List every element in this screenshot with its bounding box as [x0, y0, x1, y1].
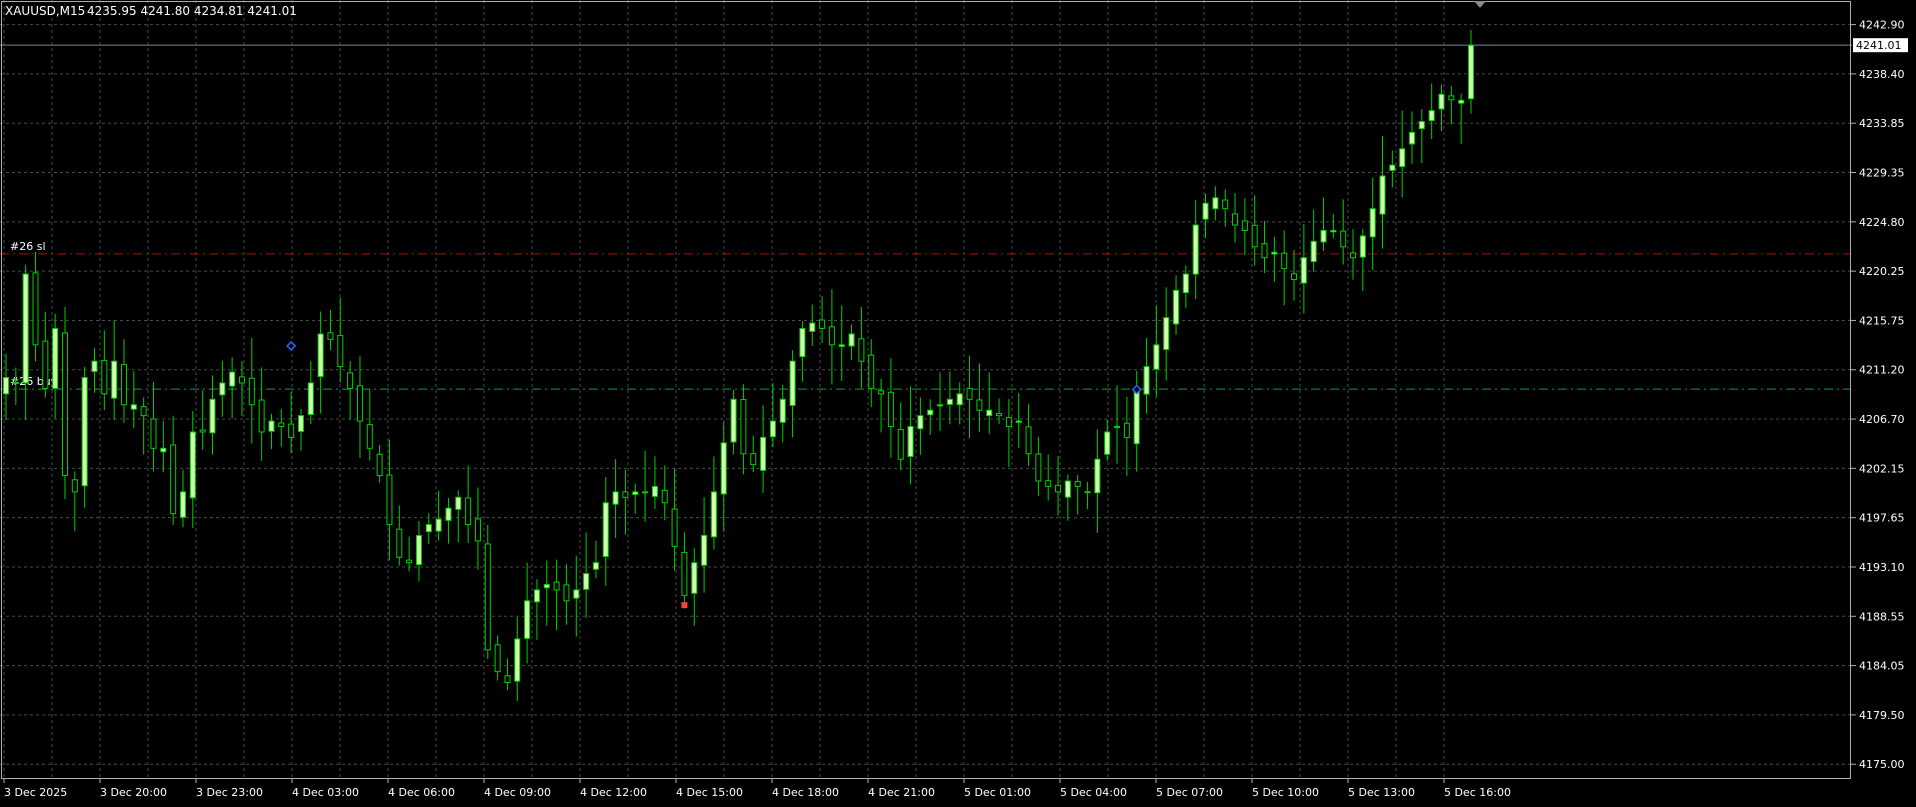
price-label: 4175.00 — [1859, 758, 1905, 771]
candle — [61, 306, 68, 500]
time-label: 5 Dec 01:00 — [964, 786, 1031, 799]
price-label: 4220.25 — [1859, 265, 1905, 278]
price-chart[interactable]: #26 sl #26 buy 4242.90 4238.40 4233.85 4229.… — [0, 0, 1916, 803]
price-label: 4179.50 — [1859, 709, 1905, 722]
price-label: 4188.55 — [1859, 610, 1905, 623]
price-label: 4229.35 — [1859, 167, 1905, 180]
price-label: 4233.85 — [1859, 117, 1905, 130]
trade-exit-marker-icon[interactable] — [681, 602, 688, 609]
price-label: 4193.10 — [1859, 561, 1905, 574]
price-label: 4211.20 — [1859, 364, 1905, 377]
price-label: 4224.80 — [1859, 216, 1905, 229]
time-label: 4 Dec 03:00 — [292, 786, 359, 799]
ohlc-values: 4235.95 4241.80 4234.81 4241.01 — [87, 4, 297, 18]
time-label: 4 Dec 09:00 — [484, 786, 551, 799]
time-label: 5 Dec 04:00 — [1060, 786, 1127, 799]
price-label: 4184.05 — [1859, 660, 1905, 673]
time-label: 4 Dec 06:00 — [388, 786, 455, 799]
candle — [484, 524, 491, 660]
time-label: 4 Dec 21:00 — [868, 786, 935, 799]
time-label: 5 Dec 16:00 — [1444, 786, 1511, 799]
price-label: 4215.75 — [1859, 314, 1905, 327]
time-label: 5 Dec 13:00 — [1348, 786, 1415, 799]
price-label: 4242.90 — [1859, 19, 1905, 32]
symbol-timeframe-label: XAUUSD,M15 — [5, 4, 85, 18]
order-line-label: #26 buy — [10, 375, 58, 388]
time-label: 3 Dec 2025 — [4, 786, 67, 799]
time-label: 4 Dec 18:00 — [772, 786, 839, 799]
chart-window[interactable]: #26 sl #26 buy 4242.90 4238.40 4233.85 4229.… — [0, 0, 1916, 803]
price-label: 4202.15 — [1859, 462, 1905, 475]
time-label: 3 Dec 23:00 — [196, 786, 263, 799]
time-label: 4 Dec 12:00 — [580, 786, 647, 799]
order-line-label: #26 sl — [10, 240, 46, 253]
price-label: 4238.40 — [1859, 68, 1905, 81]
time-label: 3 Dec 20:00 — [100, 786, 167, 799]
time-label: 5 Dec 10:00 — [1252, 786, 1319, 799]
time-label: 5 Dec 07:00 — [1156, 786, 1223, 799]
time-label: 4 Dec 15:00 — [676, 786, 743, 799]
price-label: 4197.65 — [1859, 512, 1905, 525]
price-label: 4206.70 — [1859, 413, 1905, 426]
current-price-value: 4241.01 — [1856, 39, 1902, 52]
